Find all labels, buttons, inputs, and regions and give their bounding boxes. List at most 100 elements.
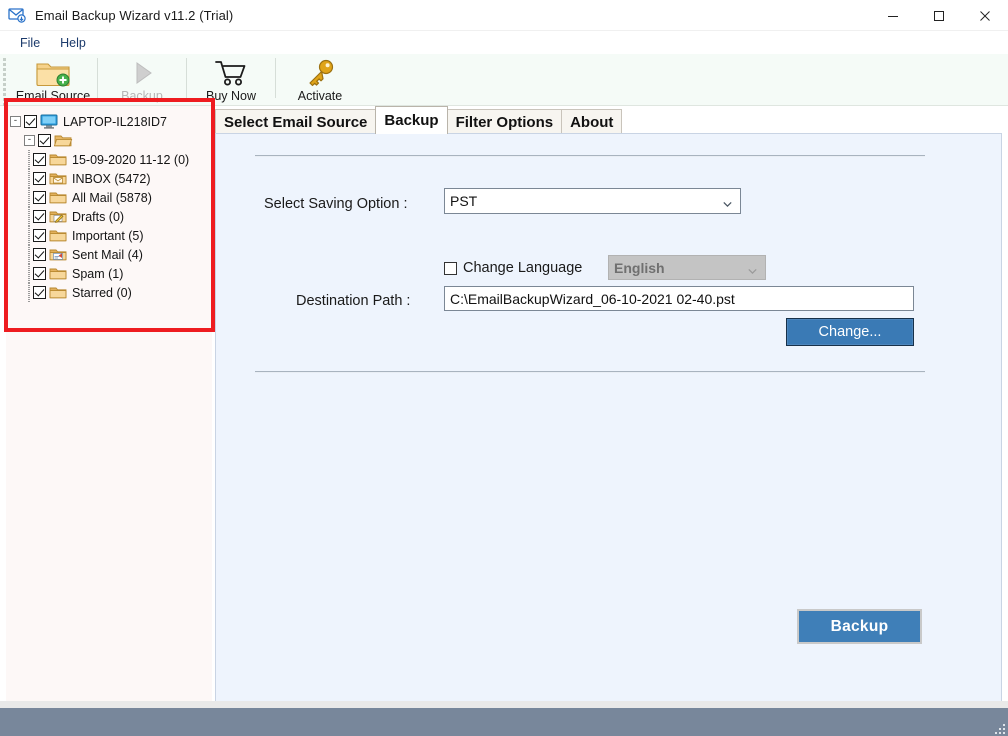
- tree-item-label: Spam (1): [72, 266, 124, 281]
- toolbar-label-buy-now: Buy Now: [205, 89, 257, 103]
- toolbar-button-buy-now[interactable]: Buy Now: [187, 54, 275, 104]
- tab-filler: [621, 109, 1002, 134]
- tree-item-label: Sent Mail (4): [72, 247, 143, 262]
- folder-icon: [49, 285, 68, 300]
- tree-item-checkbox[interactable]: [33, 172, 46, 185]
- play-triangle-icon: [127, 57, 157, 88]
- maximize-icon[interactable]: [916, 0, 962, 31]
- tree-item-checkbox[interactable]: [33, 153, 46, 166]
- change-language-checkbox[interactable]: [444, 261, 457, 275]
- toolbar-button-activate[interactable]: Activate: [276, 54, 364, 104]
- folder-icon: [49, 152, 68, 167]
- chevron-down-icon: [723, 196, 732, 207]
- toolbar-button-email-source[interactable]: Email Source: [9, 54, 97, 104]
- app-envelope-badge-icon: [8, 7, 28, 23]
- toolbar-button-backup[interactable]: Backup: [98, 54, 186, 104]
- tab-filter-options[interactable]: Filter Options: [446, 109, 563, 134]
- destination-path-input[interactable]: C:\EmailBackupWizard_06-10-2021 02-40.ps…: [444, 286, 914, 311]
- toolbar-label-email-source: Email Source: [15, 89, 91, 103]
- folder-tree: - LAPTOP-IL218ID7 - 15-09-2020 11-12 (0)…: [6, 106, 212, 302]
- expander-collapse-icon[interactable]: -: [10, 116, 21, 127]
- tree-root-label: LAPTOP-IL218ID7: [63, 114, 167, 129]
- computer-monitor-icon: [40, 114, 59, 129]
- tree-guide-line: [24, 188, 33, 207]
- tree-item-label: INBOX (5472): [72, 171, 151, 186]
- email-source-tree-panel: - LAPTOP-IL218ID7 - 15-09-2020 11-12 (0)…: [6, 106, 212, 706]
- tree-item-folder[interactable]: Starred (0): [10, 283, 212, 302]
- tab-select-email-source[interactable]: Select Email Source: [215, 109, 377, 134]
- change-language-label: Change Language: [463, 260, 583, 276]
- statusbar-gap: [0, 701, 1008, 708]
- tab-backup[interactable]: Backup: [375, 106, 448, 134]
- main-panel: Select Email Source Backup Filter Option…: [215, 106, 1002, 706]
- tree-node-root[interactable]: - LAPTOP-IL218ID7: [10, 112, 212, 131]
- tree-guide-line: [24, 283, 33, 302]
- tree-guide-line: [24, 245, 33, 264]
- window-title: Email Backup Wizard v11.2 (Trial): [35, 7, 234, 23]
- destination-path-label: Destination Path :: [296, 293, 411, 309]
- tree-item-label: Drafts (0): [72, 209, 125, 224]
- toolbar-drag-handle[interactable]: [0, 54, 9, 106]
- folder-icon: [49, 228, 68, 243]
- tree-item-checkbox[interactable]: [33, 248, 46, 261]
- backup-tab-panel: Select Saving Option : PST Change Langua…: [215, 133, 1002, 706]
- separator-top: [255, 155, 925, 157]
- tree-item-label: Important (5): [72, 228, 144, 243]
- folder-icon: [49, 266, 68, 281]
- folder-icon: [49, 190, 68, 205]
- toolbar: Email Source Backup Buy Now Activate: [0, 54, 1008, 106]
- window-controls: [870, 0, 1008, 31]
- language-dropdown[interactable]: English: [608, 255, 766, 280]
- tree-item-label: Starred (0): [72, 285, 132, 300]
- folder-add-icon: [34, 57, 72, 88]
- tree-guide-line: [24, 226, 33, 245]
- tree-account-checkbox[interactable]: [38, 134, 51, 147]
- change-button[interactable]: Change...: [786, 318, 914, 346]
- tree-item-checkbox[interactable]: [33, 229, 46, 242]
- tree-item-folder[interactable]: Important (5): [10, 226, 212, 245]
- status-bar: [0, 708, 1008, 736]
- toolbar-label-backup: Backup: [121, 89, 163, 103]
- change-language-row[interactable]: Change Language: [444, 260, 582, 276]
- tree-node-account[interactable]: -: [10, 131, 212, 150]
- menu-item-help[interactable]: Help: [50, 34, 96, 52]
- tree-item-folder[interactable]: All Mail (5878): [10, 188, 212, 207]
- backup-button[interactable]: Backup: [797, 609, 922, 644]
- tree-item-folder[interactable]: Drafts (0): [10, 207, 212, 226]
- tree-item-folder[interactable]: Spam (1): [10, 264, 212, 283]
- tab-about[interactable]: About: [561, 109, 623, 134]
- toolbar-label-activate: Activate: [297, 89, 343, 103]
- tree-root-checkbox[interactable]: [24, 115, 37, 128]
- tree-guide-line: [24, 264, 33, 283]
- close-icon[interactable]: [962, 0, 1008, 31]
- tree-item-checkbox[interactable]: [33, 286, 46, 299]
- folder-drafts-icon: [49, 209, 68, 224]
- tree-item-folder[interactable]: INBOX (5472): [10, 169, 212, 188]
- saving-option-label: Select Saving Option :: [264, 196, 408, 212]
- tree-item-checkbox[interactable]: [33, 191, 46, 204]
- language-value: English: [614, 259, 665, 276]
- tree-guide-line: [24, 207, 33, 226]
- resize-grip-icon[interactable]: [991, 720, 1005, 734]
- application-window: Email Backup Wizard v11.2 (Trial) File H…: [0, 0, 1008, 736]
- title-bar: Email Backup Wizard v11.2 (Trial): [0, 0, 1008, 31]
- folder-sent-icon: [49, 247, 68, 262]
- open-folder-icon: [53, 133, 73, 148]
- tree-item-checkbox[interactable]: [33, 267, 46, 280]
- menu-bar: File Help: [0, 31, 1008, 54]
- saving-option-value: PST: [450, 193, 478, 209]
- tree-item-folder[interactable]: Sent Mail (4): [10, 245, 212, 264]
- key-icon: [304, 57, 336, 88]
- minimize-icon[interactable]: [870, 0, 916, 31]
- destination-path-value: C:\EmailBackupWizard_06-10-2021 02-40.ps…: [450, 290, 735, 307]
- menu-item-file[interactable]: File: [10, 34, 50, 52]
- saving-option-dropdown[interactable]: PST: [444, 188, 741, 214]
- tree-item-label: All Mail (5878): [72, 190, 152, 205]
- shopping-cart-icon: [214, 57, 248, 88]
- tree-item-label: 15-09-2020 11-12 (0): [72, 152, 190, 167]
- folder-inbox-icon: [49, 171, 68, 186]
- expander-collapse-icon[interactable]: -: [24, 135, 35, 146]
- tab-bar: Select Email Source Backup Filter Option…: [215, 106, 1002, 134]
- tree-item-folder[interactable]: 15-09-2020 11-12 (0): [10, 150, 212, 169]
- tree-item-checkbox[interactable]: [33, 210, 46, 223]
